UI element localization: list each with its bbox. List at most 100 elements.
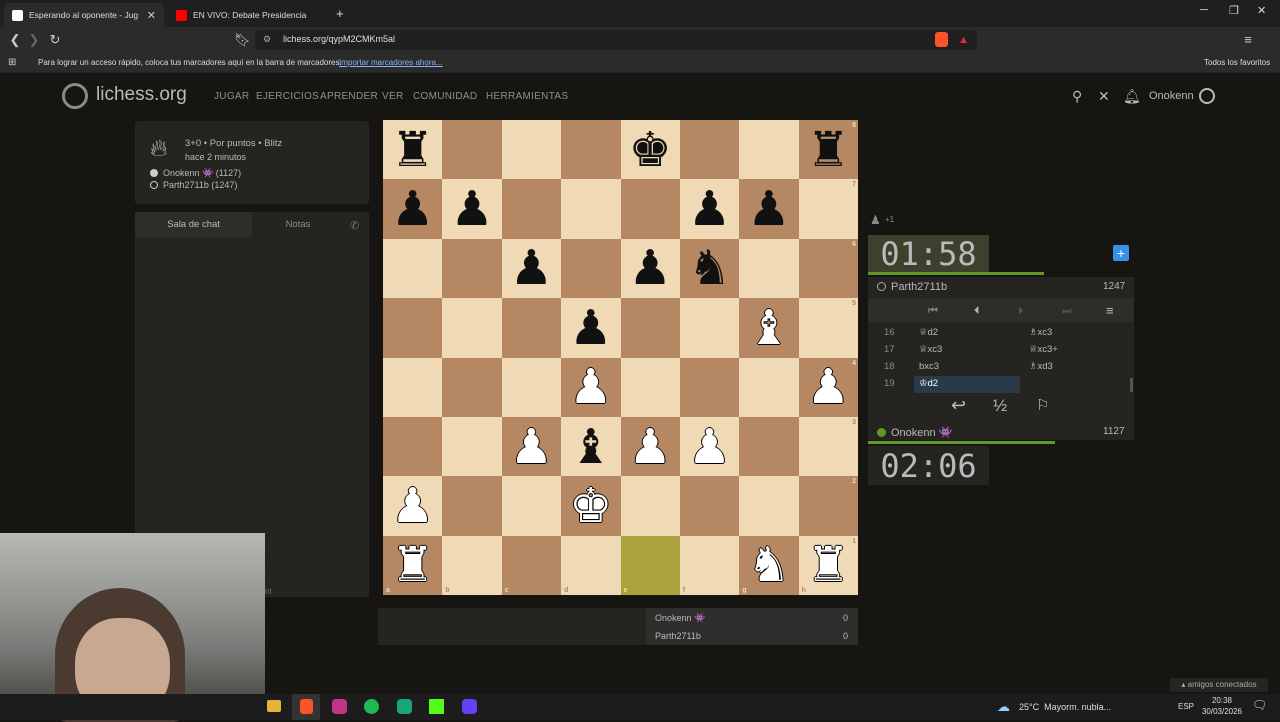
square-b4[interactable]	[442, 357, 502, 417]
square-e8[interactable]: ♚	[620, 120, 680, 180]
tab-notes[interactable]: Notas	[252, 212, 344, 237]
square-a4[interactable]	[383, 357, 443, 417]
import-bookmarks-link[interactable]: Importar marcadores ahora...	[339, 58, 443, 67]
menu-community[interactable]: COMUNIDAD	[413, 91, 477, 102]
menu-watch[interactable]: VER	[382, 91, 403, 102]
notifications-icon[interactable]: 🔔︎	[1123, 88, 1141, 105]
white-king-icon[interactable]: ♚	[569, 482, 612, 530]
menu-icon[interactable]: ≡	[1240, 33, 1256, 47]
instagram-icon[interactable]	[332, 699, 347, 714]
self-name[interactable]: Onokenn 👾	[891, 426, 952, 439]
square-g5[interactable]: ♝	[739, 298, 799, 358]
square-e2[interactable]	[620, 476, 680, 536]
white-player[interactable]: Onokenn 👾 (1127)	[163, 168, 241, 179]
white-rook-icon[interactable]: ♜	[807, 541, 850, 589]
square-h8[interactable]: ♜ 8	[798, 120, 858, 180]
square-h3[interactable]: 3	[798, 416, 858, 477]
white-rook-icon[interactable]: ♜	[391, 541, 434, 589]
prev-move-icon[interactable]: ⏴	[974, 305, 980, 318]
file-explorer-icon[interactable]	[267, 700, 281, 712]
square-h6[interactable]: 6	[798, 238, 858, 299]
square-a8[interactable]: ♜	[383, 120, 443, 180]
move-black[interactable]: ♗xc3	[1029, 327, 1052, 338]
square-d8[interactable]	[561, 120, 621, 180]
black-rook-icon[interactable]: ♜	[391, 126, 434, 174]
square-b7[interactable]: ♟	[442, 179, 502, 239]
takeback-icon[interactable]: ↩	[951, 395, 966, 416]
clock-time[interactable]: 20:38	[1203, 696, 1241, 705]
square-e5[interactable]	[620, 298, 680, 358]
move-menu-icon[interactable]: ≡	[1106, 303, 1114, 318]
move-white-current[interactable]: ♔d2	[919, 378, 938, 389]
spotify-icon[interactable]	[364, 699, 379, 714]
brave-shields-icon[interactable]	[935, 32, 948, 47]
square-d5[interactable]: ♟	[561, 298, 621, 358]
white-bishop-icon[interactable]: ♝	[747, 304, 790, 352]
black-player[interactable]: Parth2711b (1247)	[163, 180, 237, 190]
move-list-scrollbar[interactable]	[1130, 378, 1133, 392]
language-indicator[interactable]: ESP	[1178, 702, 1194, 711]
square-f5[interactable]	[679, 298, 740, 358]
square-b6[interactable]	[442, 238, 502, 299]
square-h4[interactable]: ♟ 4	[798, 357, 858, 417]
square-f4[interactable]	[679, 357, 740, 417]
white-pawn-icon[interactable]: ♟	[510, 423, 553, 471]
square-f1[interactable]: f	[679, 535, 740, 595]
move-black[interactable]: ♕xc3+	[1029, 344, 1058, 355]
square-f8[interactable]	[679, 120, 740, 180]
black-pawn-icon[interactable]: ♟	[451, 185, 494, 233]
black-pawn-icon[interactable]: ♟	[629, 244, 672, 292]
reload-icon[interactable]: ↻	[47, 33, 63, 47]
square-c6[interactable]: ♟	[501, 238, 562, 299]
apps-icon[interactable]: ⊞	[8, 57, 16, 68]
square-g8[interactable]	[739, 120, 799, 180]
square-b1[interactable]: b	[442, 535, 502, 595]
chess-board[interactable]: ♜ ♚ ♜ 8 ♟ ♟ ♟ ♟ 7 ♟ ♟ ♞ 6 ♟ ♝ 5 ♟ ♟ 4 ♟ ♝ ♟ ♟ 3 ♟ ♚ 2 ♜ a b c d e f ♞ g ♜ 1 h	[383, 120, 858, 595]
square-d3[interactable]: ♝	[561, 416, 621, 477]
move-white[interactable]: bxc3	[919, 361, 939, 372]
square-g3[interactable]	[739, 416, 799, 477]
square-d6[interactable]	[561, 238, 621, 299]
friends-online-button[interactable]: ▴ amigos conectados	[1170, 678, 1268, 692]
white-pawn-icon[interactable]: ♟	[629, 423, 672, 471]
black-knight-icon[interactable]: ♞	[688, 244, 731, 292]
square-e3[interactable]: ♟	[620, 416, 680, 477]
black-pawn-icon[interactable]: ♟	[510, 244, 553, 292]
minimize-icon[interactable]: ─	[1200, 4, 1208, 16]
move-white[interactable]: ♕d2	[919, 327, 938, 338]
white-pawn-icon[interactable]: ♟	[391, 482, 434, 530]
move-black[interactable]: ♗xd3	[1029, 361, 1053, 372]
move-white[interactable]: ♕xc3	[919, 344, 942, 355]
square-f2[interactable]	[679, 476, 740, 536]
menu-puzzles[interactable]: EJERCICIOS	[256, 91, 319, 102]
white-pawn-icon[interactable]: ♟	[807, 363, 850, 411]
square-c7[interactable]	[501, 179, 562, 239]
close-icon[interactable]: ✕	[1098, 88, 1110, 105]
square-d2[interactable]: ♚	[561, 476, 621, 536]
square-h7[interactable]: 7	[798, 179, 858, 239]
forward-icon[interactable]: ❯	[26, 33, 42, 47]
square-a5[interactable]	[383, 298, 443, 358]
square-g1[interactable]: ♞ g	[739, 535, 799, 595]
first-move-icon[interactable]: ⏮	[928, 305, 938, 318]
site-logo[interactable]: lichess.org	[96, 84, 187, 106]
clock-date[interactable]: 30/03/2026	[1199, 707, 1245, 716]
next-move-icon[interactable]: ⏵	[1018, 305, 1024, 318]
black-pawn-icon[interactable]: ♟	[391, 185, 434, 233]
square-b5[interactable]	[442, 298, 502, 358]
white-pawn-icon[interactable]: ♟	[688, 423, 731, 471]
weather-text[interactable]: 25°C Mayorm. nubla...	[1019, 702, 1111, 712]
app-icon[interactable]	[397, 699, 412, 714]
square-c5[interactable]	[501, 298, 562, 358]
search-icon[interactable]: ⚲	[1072, 88, 1082, 105]
square-g2[interactable]	[739, 476, 799, 536]
square-e1[interactable]: e	[620, 535, 680, 595]
square-f7[interactable]: ♟	[679, 179, 740, 239]
square-a6[interactable]	[383, 238, 443, 299]
bookmark-icon[interactable]: 🔖︎	[234, 33, 251, 47]
resign-flag-icon[interactable]: ⚐	[1036, 396, 1049, 414]
square-g4[interactable]	[739, 357, 799, 417]
square-d1[interactable]: d	[561, 535, 621, 595]
black-bishop-icon[interactable]: ♝	[569, 423, 612, 471]
tab-chat[interactable]: Sala de chat	[135, 212, 252, 237]
